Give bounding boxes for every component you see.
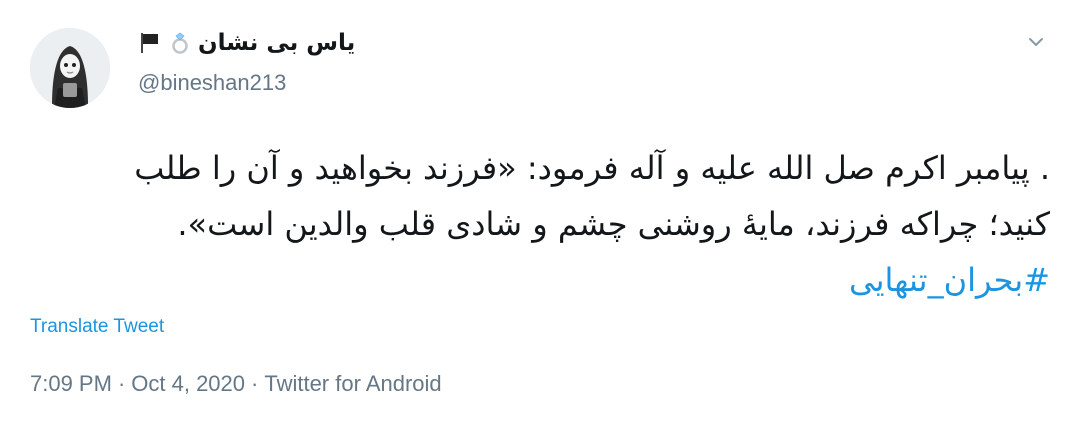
avatar[interactable] [30,28,110,108]
tweet-text-line-2: کنید؛ چراکه فرزند، مایهٔ روشنی چشم و شاد… [177,205,1050,243]
tweet-date[interactable]: Oct 4, 2020 [131,371,245,396]
meta-separator: · [251,371,259,396]
ring-icon [168,31,192,55]
translate-tweet-link[interactable]: Translate Tweet [30,316,164,338]
tweet-text-line-1: . پیامبر اکرم صل الله علیه و آله فرمود: … [134,149,1050,187]
tweet-card: یاس بی نشان @bineshan213 . پیامبر اکرم ص… [0,0,1080,428]
chevron-down-icon [1029,38,1043,46]
user-handle[interactable]: @bineshan213 [138,70,286,96]
tweet-menu-button[interactable] [1024,30,1048,54]
author-name-row: یاس بی نشان [138,30,355,56]
tweet-meta: 7:09 PM · Oct 4, 2020 · Twitter for Android [30,371,442,397]
tweet-text: . پیامبر اکرم صل الله علیه و آله فرمود: … [50,140,1050,308]
display-name[interactable]: یاس بی نشان [198,30,355,56]
meta-separator: · [117,371,126,396]
tweet-source[interactable]: Twitter for Android [264,371,441,396]
hashtag-link[interactable]: #بحران_تنهایی [849,261,1050,299]
avatar-girl-illustration-icon [30,28,110,108]
tweet-time[interactable]: 7:09 PM [30,371,112,396]
black-flag-icon [138,31,162,55]
